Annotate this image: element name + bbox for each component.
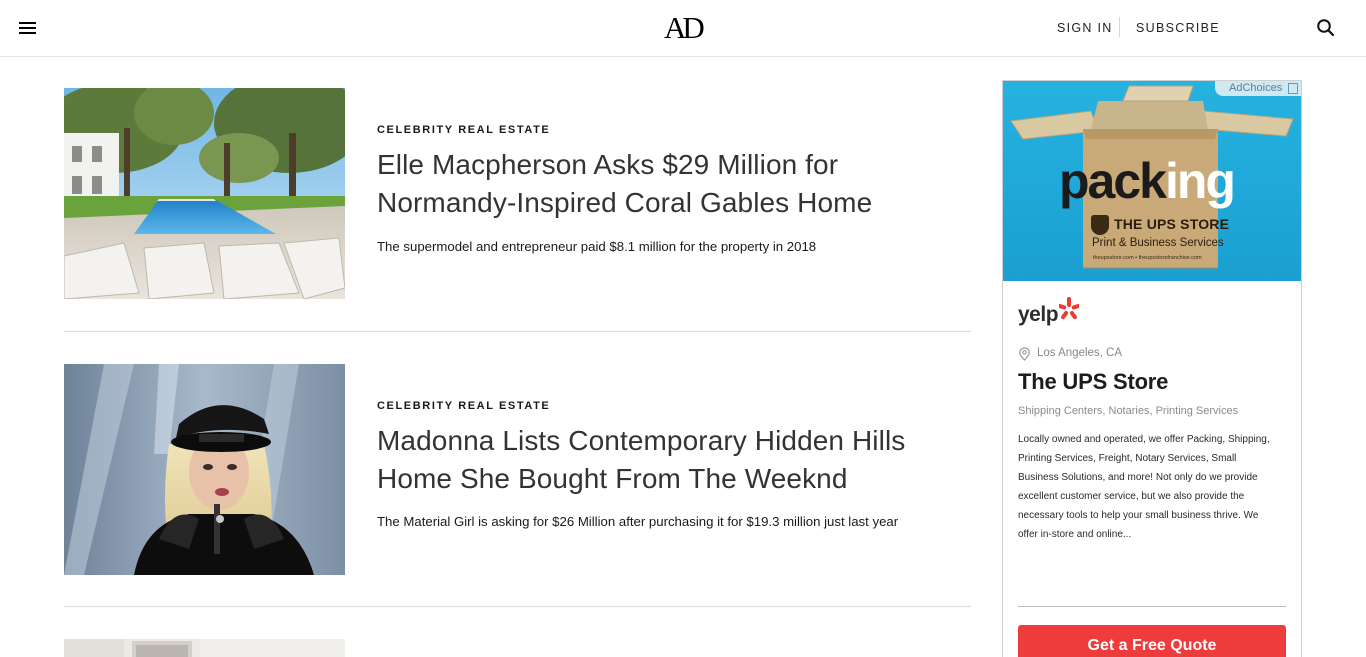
business-categories: Shipping Centers, Notaries, Printing Ser… — [1018, 405, 1239, 417]
sign-in-link[interactable]: SIGN IN — [1057, 21, 1113, 35]
ad-packing-light: ing — [1164, 153, 1236, 209]
ad-box-brand: THE UPS STORE — [1114, 216, 1230, 232]
article-dek: The Material Girl is asking for $26 Mill… — [377, 514, 899, 529]
ups-shield-icon — [1091, 215, 1109, 235]
business-description: Locally owned and operated, we offer Pac… — [1018, 434, 1270, 540]
adchoices-badge[interactable]: AdChoices — [1215, 81, 1301, 96]
hamburger-menu-icon[interactable] — [19, 20, 37, 36]
article-image-portrait[interactable] — [64, 364, 345, 575]
article-headline[interactable]: Elle Macpherson Asks $29 Million for Nor… — [377, 146, 937, 222]
site-header: AD SIGN IN SUBSCRIBE — [0, 0, 1366, 57]
nav-divider — [1119, 17, 1120, 37]
yelp-burst-icon — [1059, 297, 1079, 320]
business-name[interactable]: The UPS Store — [1018, 369, 1168, 395]
article-image-pool[interactable] — [64, 88, 345, 299]
yelp-logo[interactable]: yelp — [1018, 297, 1079, 327]
subscribe-link[interactable]: SUBSCRIBE — [1136, 21, 1220, 35]
article-rubric[interactable]: CELEBRITY REAL ESTATE — [377, 124, 550, 136]
yelp-logo-text: yelp — [1018, 303, 1059, 326]
search-icon[interactable] — [1316, 18, 1336, 38]
business-location: Los Angeles, CA — [1018, 347, 1123, 361]
article-divider — [64, 606, 971, 607]
article-card — [64, 639, 971, 657]
advertisement[interactable]: packing THE UPS STORE Print & Business S… — [1002, 80, 1302, 657]
ad-packing-dark: pack — [1059, 153, 1167, 209]
adchoices-label: AdChoices — [1229, 82, 1283, 94]
ad-box-url: theupsstore.com • theupsstorefranchise.c… — [1093, 255, 1202, 261]
article-card: CELEBRITY REAL ESTATE Elle Macpherson As… — [64, 88, 971, 299]
article-card: CELEBRITY REAL ESTATE Madonna Lists Cont… — [64, 364, 971, 575]
ad-divider — [1018, 606, 1286, 607]
ad-box-tagline: Print & Business Services — [1092, 237, 1224, 249]
article-dek: The supermodel and entrepreneur paid $8.… — [377, 239, 817, 254]
location-pin-icon — [1019, 347, 1030, 361]
article-image-interior[interactable] — [64, 639, 345, 657]
article-headline[interactable]: Madonna Lists Contemporary Hidden Hills … — [377, 422, 937, 498]
business-location-text: Los Angeles, CA — [1037, 347, 1123, 359]
adchoices-icon — [1288, 83, 1298, 94]
ad-hero-image[interactable]: packing THE UPS STORE Print & Business S… — [1003, 81, 1301, 281]
site-logo[interactable]: AD — [664, 11, 705, 45]
ad-packing-headline: packing — [1059, 153, 1236, 209]
article-divider — [64, 331, 971, 332]
article-rubric[interactable]: CELEBRITY REAL ESTATE — [377, 400, 550, 412]
get-free-quote-button[interactable]: Get a Free Quote — [1018, 625, 1286, 657]
